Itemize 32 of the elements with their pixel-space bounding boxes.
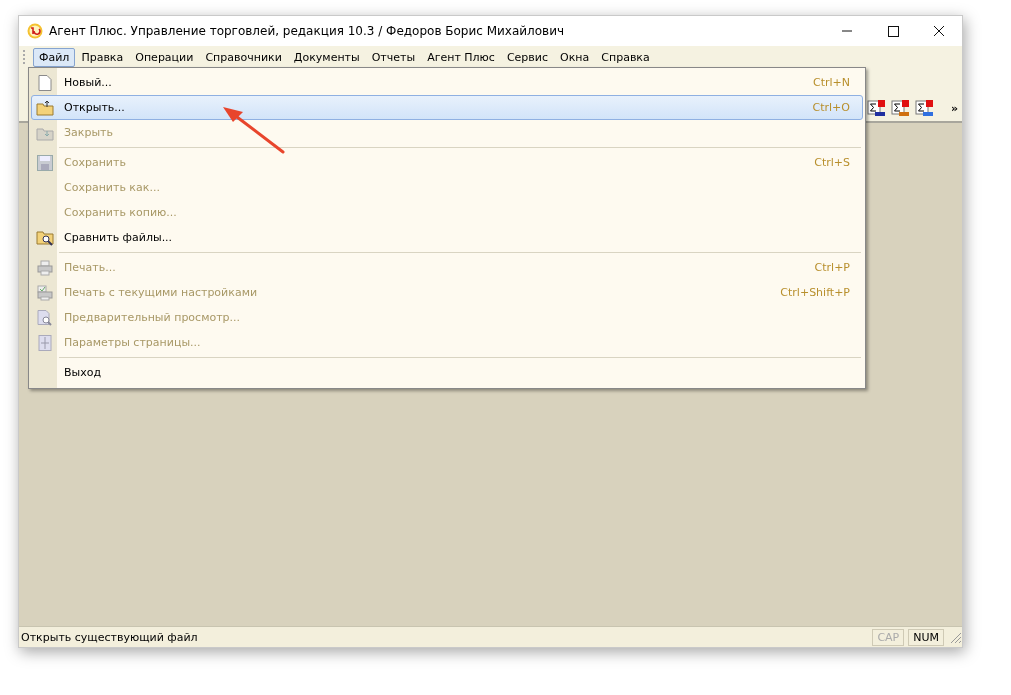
- menu-item[interactable]: Новый... Ctrl+N: [31, 70, 863, 95]
- status-text: Открыть существующий файл: [21, 630, 199, 644]
- document-icon: [38, 74, 52, 91]
- page-magnifier-icon: [37, 309, 53, 326]
- menu-bar-item[interactable]: Справка: [595, 47, 656, 67]
- folder-arrow-icon: [36, 99, 54, 116]
- toolbar-overflow-button[interactable]: »: [950, 101, 958, 115]
- menu-bar-item[interactable]: Правка: [75, 47, 130, 67]
- menu-bar-item[interactable]: Сервис: [500, 47, 555, 67]
- menu-item[interactable]: Открыть... Ctrl+O: [31, 95, 863, 120]
- sigma-report-icon[interactable]: [866, 99, 887, 117]
- menu-bar-item[interactable]: Документы: [287, 47, 366, 67]
- menu-bar-item[interactable]: Отчеты: [365, 47, 422, 67]
- sigma-report-icon[interactable]: [890, 99, 911, 117]
- menu-bar-item[interactable]: Справочники: [199, 47, 288, 67]
- printer-check-icon: [37, 284, 53, 301]
- printer-icon: [37, 259, 53, 276]
- menu-bar-item[interactable]: Операции: [129, 47, 200, 67]
- menu-bar-item[interactable]: Файл: [33, 47, 76, 67]
- page-setup-icon: [38, 334, 52, 351]
- status-indicator: NUM: [908, 628, 944, 646]
- menu-item[interactable]: Выход: [31, 360, 863, 385]
- status-indicator: CAP: [872, 628, 905, 646]
- sigma-report-icon[interactable]: [914, 99, 935, 117]
- folder-magnifier-icon: [36, 229, 54, 246]
- menu-item[interactable]: Сравнить файлы...: [31, 225, 863, 250]
- menu-bar-item[interactable]: Агент Плюс: [421, 47, 501, 67]
- annotation-arrow: [221, 106, 287, 156]
- app-logo-icon: [27, 23, 43, 39]
- menu-bar-item[interactable]: Окна: [554, 47, 596, 67]
- resize-grip-icon[interactable]: [948, 630, 962, 644]
- window-title: Агент Плюс. Управление торговлей, редакция 10.3 / Федоров Борис Михайлович: [49, 24, 566, 38]
